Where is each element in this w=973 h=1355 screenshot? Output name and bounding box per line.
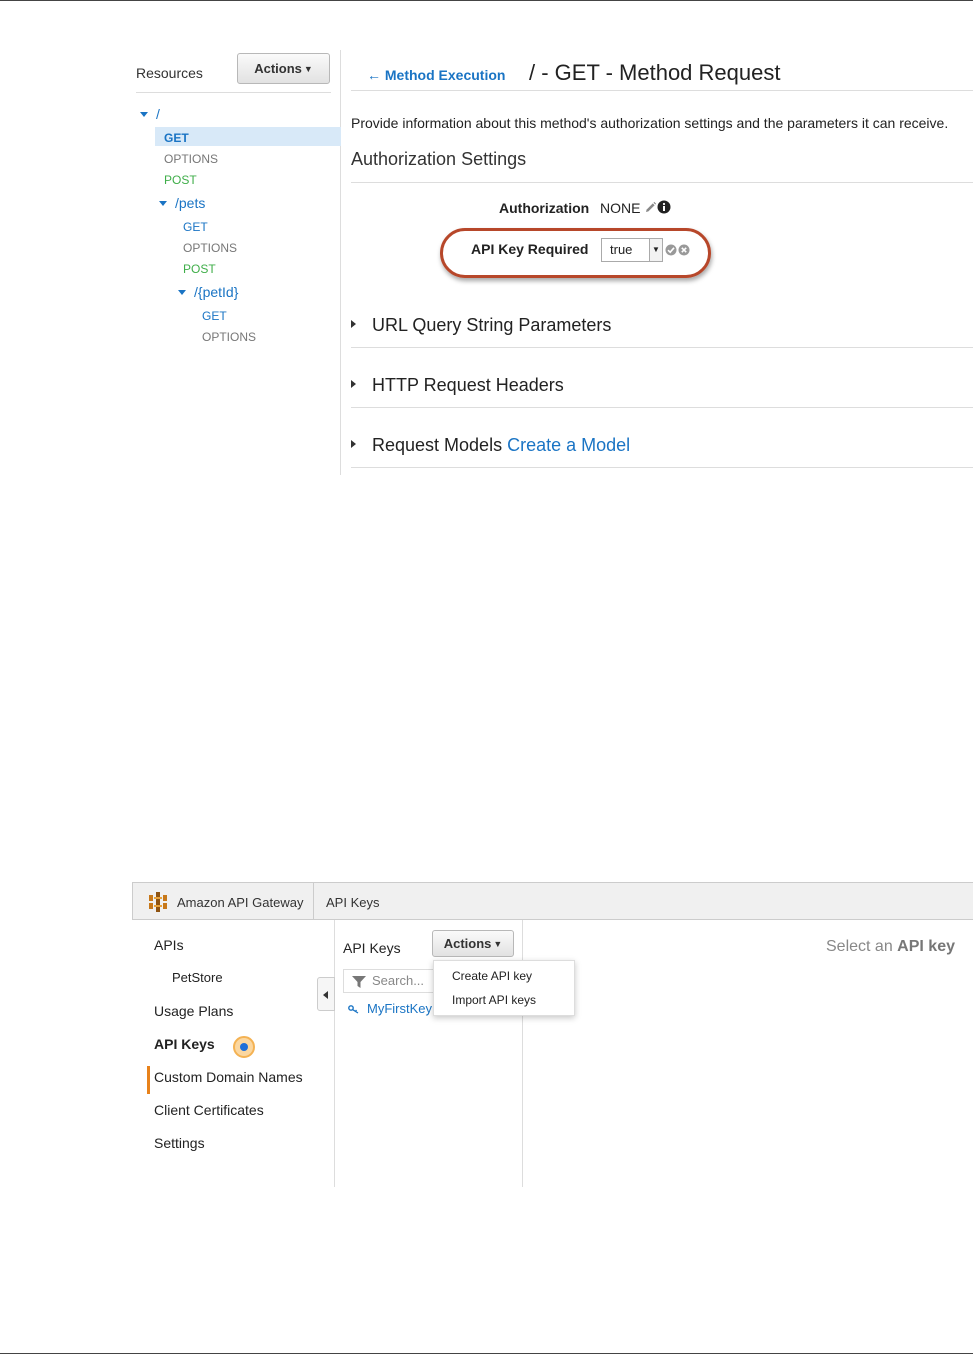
pencil-icon[interactable] — [644, 201, 657, 214]
nav-item-petstore[interactable]: PetStore — [172, 970, 223, 985]
chevron-down-icon: ▼ — [649, 239, 662, 261]
resources-divider — [136, 92, 331, 93]
menu-item-import-api-keys[interactable]: Import API keys — [452, 993, 536, 1007]
url-query-string-parameters-section[interactable]: URL Query String Parameters — [351, 315, 611, 336]
tree-item-petid-get[interactable]: GET — [202, 309, 227, 323]
nav-item-custom-domain-names[interactable]: Custom Domain Names — [154, 1069, 303, 1085]
api-gateway-logo-icon[interactable] — [148, 892, 168, 912]
search-placeholder: Search... — [372, 973, 425, 988]
api-key-required-select[interactable]: true ▼ — [601, 238, 663, 262]
cursor-highlight-dot — [233, 1036, 255, 1058]
cancel-x-icon[interactable] — [678, 244, 690, 256]
arrow-left-icon: ← — [367, 67, 381, 83]
actions-button-label: Actions — [443, 936, 492, 951]
header-divider — [351, 90, 973, 91]
auth-section-divider — [351, 182, 973, 183]
info-icon[interactable] — [657, 200, 671, 214]
tree-item-label: / — [156, 106, 160, 122]
request-models-section[interactable]: Request Models Create a Model — [351, 435, 630, 456]
caret-down-icon: ▼ — [493, 939, 503, 949]
http-request-headers-section[interactable]: HTTP Request Headers — [351, 375, 564, 396]
tree-item-root-get[interactable]: GET — [164, 131, 189, 145]
topbar-divider — [313, 883, 314, 920]
prompt-prefix: Select an — [826, 938, 893, 955]
method-request-description: Provide information about this method's … — [351, 115, 949, 131]
tree-item-petid[interactable]: /{petId} — [178, 284, 238, 300]
method-request-screenshot: Resources Actions ▼ / GET OPTIONS POST /p… — [130, 50, 973, 475]
authorization-label: Authorization — [499, 200, 590, 216]
api-key-required-label: API Key Required — [471, 241, 589, 257]
section-divider — [351, 467, 973, 468]
resources-actions-button[interactable]: Actions ▼ — [237, 53, 330, 84]
api-keys-screenshot: Amazon API Gateway API Keys APIs PetStor… — [132, 882, 973, 1187]
resources-panel: Resources Actions ▼ / GET OPTIONS POST /p… — [130, 50, 341, 475]
select-value: true — [610, 242, 633, 257]
section-label: Request Models — [372, 435, 503, 455]
tree-item-petid-options[interactable]: OPTIONS — [202, 330, 256, 344]
api-keys-panel-title: API Keys — [343, 940, 401, 956]
page-title: / - GET - Method Request — [529, 60, 781, 85]
nav-item-client-certificates[interactable]: Client Certificates — [154, 1102, 264, 1118]
section-label: HTTP Request Headers — [372, 375, 564, 395]
api-key-list-item[interactable]: MyFirstKey — [348, 1001, 432, 1016]
filter-icon — [352, 976, 366, 988]
actions-button-label: Actions — [254, 61, 302, 76]
tree-item-root-post[interactable]: POST — [164, 173, 197, 187]
section-divider — [351, 347, 973, 348]
expand-triangle-icon — [140, 112, 148, 117]
actions-dropdown-menu: Create API key Import API keys — [433, 960, 575, 1016]
section-divider — [351, 407, 973, 408]
api-keys-actions-button[interactable]: Actions ▼ — [432, 930, 514, 957]
nav-item-usage-plans[interactable]: Usage Plans — [154, 1003, 233, 1019]
console-top-bar: Amazon API Gateway API Keys — [132, 882, 973, 920]
tree-item-pets-options[interactable]: OPTIONS — [183, 241, 237, 255]
nav-item-settings[interactable]: Settings — [154, 1135, 205, 1151]
menu-item-create-api-key[interactable]: Create API key — [452, 969, 532, 983]
page-top-rule — [0, 0, 973, 1]
expand-triangle-icon — [351, 380, 356, 388]
expand-triangle-icon — [351, 440, 356, 448]
collapse-sidebar-button[interactable] — [317, 977, 335, 1011]
tree-item-label: /{petId} — [194, 284, 239, 300]
tree-item-root[interactable]: / — [140, 106, 160, 122]
nav-item-apis[interactable]: APIs — [154, 937, 184, 953]
method-execution-back-link[interactable]: ← Method Execution — [367, 67, 505, 83]
create-a-model-link[interactable]: Create a Model — [507, 435, 630, 455]
nav-item-api-keys[interactable]: API Keys — [154, 1036, 215, 1052]
left-navigation: APIs PetStore Usage Plans API Keys Custo… — [132, 920, 335, 1187]
key-icon — [348, 1005, 359, 1014]
caret-down-icon: ▼ — [303, 64, 313, 74]
api-key-name: MyFirstKey — [367, 1001, 432, 1016]
breadcrumb[interactable]: API Keys — [326, 895, 379, 910]
expand-triangle-icon — [351, 320, 356, 328]
app-title[interactable]: Amazon API Gateway — [177, 895, 303, 910]
active-indicator-bar — [147, 1066, 150, 1094]
authorization-settings-heading: Authorization Settings — [351, 149, 527, 169]
section-label: URL Query String Parameters — [372, 315, 612, 335]
chevron-left-icon — [323, 991, 328, 999]
tree-item-pets-get[interactable]: GET — [183, 220, 208, 234]
resources-title: Resources — [136, 65, 203, 81]
tree-item-pets-post[interactable]: POST — [183, 262, 216, 276]
api-key-search-input[interactable]: Search... — [343, 969, 433, 993]
confirm-check-icon[interactable] — [665, 244, 677, 256]
tree-item-root-options[interactable]: OPTIONS — [164, 152, 218, 166]
prompt-emphasis: API key — [897, 938, 955, 955]
select-api-key-prompt: Select an API key — [826, 938, 955, 956]
authorization-value: NONE — [600, 200, 641, 216]
method-request-panel: ← Method Execution / - GET - Method Requ… — [351, 50, 973, 475]
back-link-label: Method Execution — [384, 67, 506, 83]
tree-item-label: /pets — [175, 195, 206, 211]
expand-triangle-icon — [159, 201, 167, 206]
page-bottom-rule — [0, 1353, 973, 1354]
tree-item-pets[interactable]: /pets — [159, 195, 205, 211]
expand-triangle-icon — [178, 290, 186, 295]
